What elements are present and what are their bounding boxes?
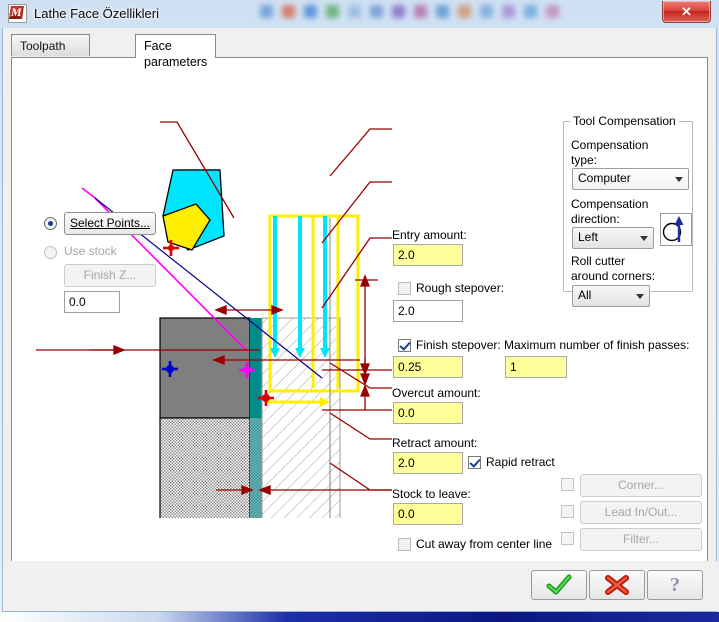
finish-stepover-checkbox[interactable] [398,339,411,352]
max-finish-passes-input[interactable] [505,356,567,378]
use-stock-label: Use stock [64,244,117,258]
compensation-type-value: Computer [578,171,631,185]
mastercam-logo-icon [8,4,27,23]
use-stock-radio [44,246,57,259]
lead-in-out-button: Lead In/Out... [580,501,702,524]
lead-in-out-label: Lead In/Out... [604,505,678,519]
close-icon[interactable]: ✕ [662,1,711,23]
stock-to-leave-input[interactable] [393,503,463,525]
compensation-direction-label-2: direction: [571,212,620,226]
lathe-face-properties-window: Lathe Face Özellikleri ✕ Toolpath parame… [0,0,719,612]
corner-button: Corner... [580,474,702,497]
entry-amount-label: Entry amount: [392,228,467,242]
dialog-button-bar: ? [3,561,718,611]
select-points-button[interactable]: Select Points... [64,212,156,235]
finish-z-label: Finish Z... [83,268,137,282]
compensation-direction-label-1: Compensation [571,197,649,211]
overcut-amount-input[interactable] [393,402,463,424]
rapid-retract-checkbox[interactable] [468,456,481,469]
cut-away-center-line-label: Cut away from center line [416,537,553,551]
stock-to-leave-label: Stock to leave: [392,487,471,501]
max-finish-passes-label: Maximum number of finish passes: [504,338,690,352]
rapid-retract-label: Rapid retract [486,455,555,469]
finish-z-button: Finish Z... [64,264,156,287]
window-title: Lathe Face Özellikleri [34,6,159,21]
finish-z-input[interactable] [64,291,120,313]
tool-compensation-title: Tool Compensation [570,114,679,128]
chevron-down-icon [675,177,683,182]
red-x-icon [605,575,629,595]
rough-stepover-checkbox[interactable] [398,282,411,295]
cancel-button[interactable] [589,570,645,600]
help-button[interactable]: ? [647,570,703,600]
compensation-type-label-1: Compensation [571,138,649,152]
select-points-label: Select Points... [69,216,151,230]
cut-away-center-line-checkbox[interactable] [398,538,411,551]
compensation-direction-value: Left [578,230,599,244]
compensation-type-label-2: type: [571,153,598,167]
face-parameters-panel: Select Points... Use stock Finish Z... E… [11,57,708,588]
overcut-amount-label: Overcut amount: [392,386,481,400]
window-titlebar: Lathe Face Özellikleri ✕ [0,0,719,28]
finish-stepover-label: Finish stepover: [416,338,501,352]
ok-button[interactable] [531,570,587,600]
filter-checkbox [561,532,574,545]
roll-cutter-label-1: Roll cutter [571,254,626,268]
titlebar-left: Lathe Face Özellikleri [8,4,159,23]
tab-face-parameters[interactable]: Face parameters [135,34,217,69]
filter-label: Filter... [622,532,659,546]
taskbar-strip [0,612,719,622]
filter-button: Filter... [580,528,702,551]
entry-amount-input[interactable] [393,244,463,266]
compensation-type-combo[interactable]: Computer [572,168,689,190]
corner-checkbox [561,478,574,491]
question-mark-icon: ? [670,573,680,596]
rough-stepover-input[interactable] [393,300,463,322]
green-check-icon [546,574,572,595]
roll-cutter-value: All [578,288,592,302]
retract-amount-label: Retract amount: [392,436,478,450]
lead-in-out-checkbox [561,505,574,518]
roll-cutter-combo[interactable]: All [572,285,650,307]
compensation-direction-left-icon [660,213,692,246]
rough-stepover-label: Rough stepover: [416,281,505,295]
roll-cutter-label-2: around corners: [571,269,656,283]
retract-amount-input[interactable] [393,452,463,474]
dialog-body: Toolpath parameters Face parameters [2,28,718,612]
chevron-down-icon [636,294,644,299]
select-points-radio[interactable] [44,217,57,230]
chevron-down-icon [640,236,648,241]
tab-toolpath-parameters[interactable]: Toolpath parameters [11,34,90,69]
finish-stepover-input[interactable] [393,356,463,378]
compensation-direction-combo[interactable]: Left [572,227,654,249]
corner-label: Corner... [617,478,665,492]
